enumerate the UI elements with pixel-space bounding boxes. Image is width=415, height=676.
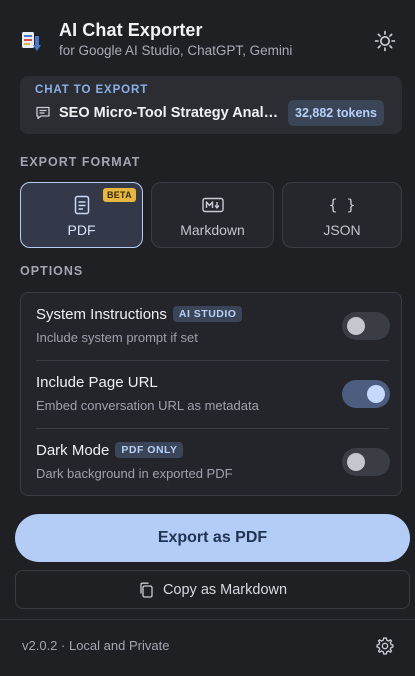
option-dark-mode: Dark Mode PDF ONLY Dark background in exp… bbox=[21, 429, 401, 497]
theme-toggle-button[interactable] bbox=[372, 28, 398, 54]
export-button[interactable]: Export as PDF bbox=[15, 514, 410, 562]
braces-icon: { } bbox=[328, 196, 356, 214]
copy-icon bbox=[138, 582, 154, 598]
settings-button[interactable] bbox=[375, 636, 395, 656]
pdf-only-badge: PDF ONLY bbox=[115, 442, 184, 458]
toggle-knob bbox=[347, 317, 365, 335]
system-instructions-toggle[interactable] bbox=[342, 312, 390, 340]
format-option-markdown[interactable]: Markdown bbox=[151, 182, 274, 248]
include-page-url-toggle[interactable] bbox=[342, 380, 390, 408]
markdown-icon bbox=[152, 195, 273, 215]
format-option-label: Markdown bbox=[180, 222, 245, 238]
format-option-pdf[interactable]: BETA PDF bbox=[20, 182, 143, 248]
chat-title: SEO Micro-Tool Strategy Anal… bbox=[59, 105, 279, 121]
option-include-page-url: Include Page URL Embed conversation URL … bbox=[21, 361, 401, 429]
gear-icon bbox=[376, 637, 394, 655]
chat-section-label: CHAT TO EXPORT bbox=[35, 84, 149, 96]
app-logo-icon bbox=[19, 28, 45, 54]
option-title: System Instructions AI STUDIO bbox=[36, 306, 243, 323]
token-count-badge: 32,882 tokens bbox=[288, 100, 384, 126]
version-text: v2.0.2 · Local and Private bbox=[22, 638, 170, 653]
format-option-json[interactable]: { } JSON bbox=[282, 182, 402, 248]
copy-button-label: Copy as Markdown bbox=[162, 581, 288, 598]
export-format-label: EXPORT FORMAT bbox=[20, 155, 141, 169]
sun-icon bbox=[374, 30, 396, 52]
chat-bubble-icon bbox=[35, 105, 51, 121]
header: AI Chat Exporter for Google AI Studio, C… bbox=[0, 0, 415, 74]
chat-card: CHAT TO EXPORT SEO Micro-Tool Strategy A… bbox=[20, 76, 402, 134]
option-title: Include Page URL bbox=[36, 374, 158, 391]
option-description: Include system prompt if set bbox=[36, 330, 198, 345]
format-option-label: JSON bbox=[323, 222, 361, 238]
app-title: AI Chat Exporter bbox=[59, 20, 203, 40]
ai-studio-badge: AI STUDIO bbox=[172, 306, 243, 322]
options-label: OPTIONS bbox=[20, 264, 84, 278]
option-description: Embed conversation URL as metadata bbox=[36, 398, 259, 413]
option-description: Dark background in exported PDF bbox=[36, 466, 233, 481]
copy-markdown-button[interactable]: Copy as Markdown bbox=[15, 570, 410, 609]
format-option-label: PDF bbox=[67, 222, 96, 238]
toggle-knob bbox=[367, 385, 385, 403]
document-icon bbox=[21, 195, 142, 215]
dark-mode-toggle[interactable] bbox=[342, 448, 390, 476]
options-card: System Instructions AI STUDIO Include sys… bbox=[20, 292, 402, 496]
footer-divider bbox=[0, 619, 415, 620]
option-system-instructions: System Instructions AI STUDIO Include sys… bbox=[21, 293, 401, 361]
option-title: Dark Mode PDF ONLY bbox=[36, 442, 184, 459]
toggle-knob bbox=[347, 453, 365, 471]
app-subtitle: for Google AI Studio, ChatGPT, Gemini bbox=[59, 43, 293, 58]
